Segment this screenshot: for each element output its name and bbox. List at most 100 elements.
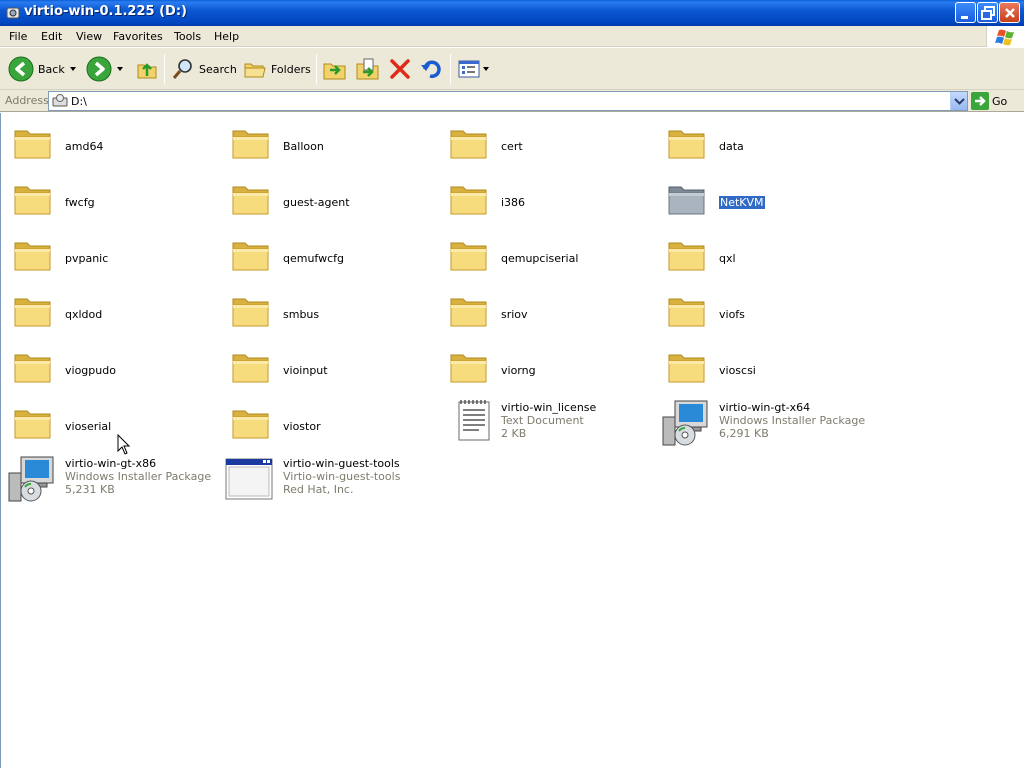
address-dropdown-button[interactable] [950, 92, 967, 110]
address-input[interactable]: D:\ [48, 91, 968, 111]
go-button[interactable]: Go [971, 92, 1007, 110]
folder-item[interactable]: smbus [225, 285, 440, 337]
file-item[interactable]: virtio-win_license Text Document 2 KB [443, 397, 658, 449]
item-name: virtio-win-gt-x64 [719, 401, 811, 414]
folder-icon [12, 235, 60, 281]
folder-icon [230, 291, 278, 337]
item-name: viostor [283, 420, 321, 433]
folder-selected-icon [666, 179, 714, 225]
folder-item[interactable]: viofs [661, 285, 876, 337]
cd-drive-icon [52, 94, 68, 107]
folder-icon [12, 123, 60, 169]
folders-button[interactable]: Folders [243, 54, 311, 84]
back-arrow-icon [8, 56, 34, 82]
folder-item[interactable]: qxl [661, 229, 876, 281]
item-name: data [719, 140, 744, 153]
folders-icon [244, 63, 266, 78]
folder-item[interactable]: guest-agent [225, 173, 440, 225]
folder-item[interactable]: viostor [225, 397, 440, 449]
item-size: 5,231 KB [65, 483, 115, 496]
views-icon [458, 60, 480, 78]
menu-help[interactable]: Help [214, 30, 239, 43]
application-icon [225, 455, 273, 501]
file-item[interactable]: virtio-win-guest-tools Virtio-win-guest-t… [225, 453, 440, 505]
folder-item[interactable]: viorng [443, 341, 658, 393]
file-item[interactable]: virtio-win-gt-x64 Windows Installer Packa… [661, 397, 876, 449]
item-name: virtio-win-guest-tools [283, 457, 400, 470]
file-list-view[interactable]: amd64 Balloon cert data fwcfg guest-agen… [0, 113, 1024, 768]
menu-favorites[interactable]: Favorites [113, 30, 163, 43]
views-dropdown-icon[interactable] [483, 67, 489, 71]
forward-dropdown-icon[interactable] [117, 67, 123, 71]
folder-item[interactable]: qemupciserial [443, 229, 658, 281]
folder-icon [666, 235, 714, 281]
menu-file[interactable]: File [9, 30, 27, 43]
folder-icon [12, 403, 60, 449]
back-button[interactable]: Back [8, 54, 76, 84]
forward-arrow-icon [86, 56, 112, 82]
folder-item[interactable]: qemufwcfg [225, 229, 440, 281]
folder-item[interactable]: i386 [443, 173, 658, 225]
folder-item[interactable]: vioserial [7, 397, 222, 449]
folder-icon [666, 123, 714, 169]
folder-item[interactable]: vioscsi [661, 341, 876, 393]
search-button[interactable]: Search [171, 54, 237, 84]
menu-edit[interactable]: Edit [41, 30, 62, 43]
mouse-cursor-icon [117, 434, 131, 455]
address-value: D:\ [71, 95, 87, 108]
toolbar-separator [316, 54, 317, 84]
folder-item[interactable]: Balloon [225, 117, 440, 169]
folder-icon [448, 179, 496, 225]
go-label: Go [992, 94, 1008, 108]
item-name: virtio-win_license [501, 401, 597, 414]
undo-button[interactable] [419, 54, 443, 84]
installer-package-icon [661, 399, 709, 446]
window-title: virtio-win-0.1.225 (D:) [24, 4, 187, 19]
folder-item[interactable]: viogpudo [7, 341, 222, 393]
folder-item[interactable]: cert [443, 117, 658, 169]
folder-item[interactable]: qxldod [7, 285, 222, 337]
folder-icon [666, 291, 714, 337]
item-name: cert [501, 140, 523, 153]
move-to-button[interactable] [322, 54, 348, 84]
folder-icon [448, 235, 496, 281]
folder-item[interactable]: data [661, 117, 876, 169]
title-bar[interactable]: virtio-win-0.1.225 (D:) [0, 0, 1024, 26]
item-name: vioscsi [719, 364, 756, 377]
folder-icon [230, 403, 278, 449]
folder-item[interactable]: NetKVM [661, 173, 876, 225]
folder-item[interactable]: amd64 [7, 117, 222, 169]
folder-icon [448, 291, 496, 337]
item-type: Text Document [501, 414, 584, 427]
drive-icon [6, 7, 20, 19]
move-to-icon [323, 63, 346, 80]
windows-logo-icon [986, 26, 1024, 47]
search-icon [172, 59, 192, 79]
back-label: Back [38, 62, 65, 76]
item-size: 2 KB [501, 427, 527, 440]
item-name: sriov [501, 308, 528, 321]
item-name: NetKVM [719, 196, 765, 209]
folders-label: Folders [271, 62, 311, 76]
folder-item[interactable]: fwcfg [7, 173, 222, 225]
menu-tools[interactable]: Tools [174, 30, 201, 43]
views-button[interactable] [457, 54, 489, 84]
toolbar: Back Search Folders [0, 48, 1024, 90]
folder-item[interactable]: vioinput [225, 341, 440, 393]
delete-button[interactable] [388, 54, 412, 84]
folder-icon [230, 123, 278, 169]
back-dropdown-icon[interactable] [69, 67, 76, 71]
item-size: 6,291 KB [719, 427, 769, 440]
folder-item[interactable]: sriov [443, 285, 658, 337]
text-document-icon [453, 399, 501, 445]
copy-to-button[interactable] [355, 54, 381, 84]
menu-view[interactable]: View [76, 30, 102, 43]
forward-button[interactable] [86, 54, 123, 84]
restore-button[interactable] [977, 2, 998, 23]
folder-item[interactable]: pvpanic [7, 229, 222, 281]
up-button[interactable] [135, 54, 159, 84]
file-item[interactable]: virtio-win-gt-x86 Windows Installer Packa… [7, 453, 222, 505]
close-button[interactable] [999, 2, 1020, 23]
item-name: Balloon [283, 140, 324, 153]
minimize-button[interactable] [955, 2, 976, 23]
